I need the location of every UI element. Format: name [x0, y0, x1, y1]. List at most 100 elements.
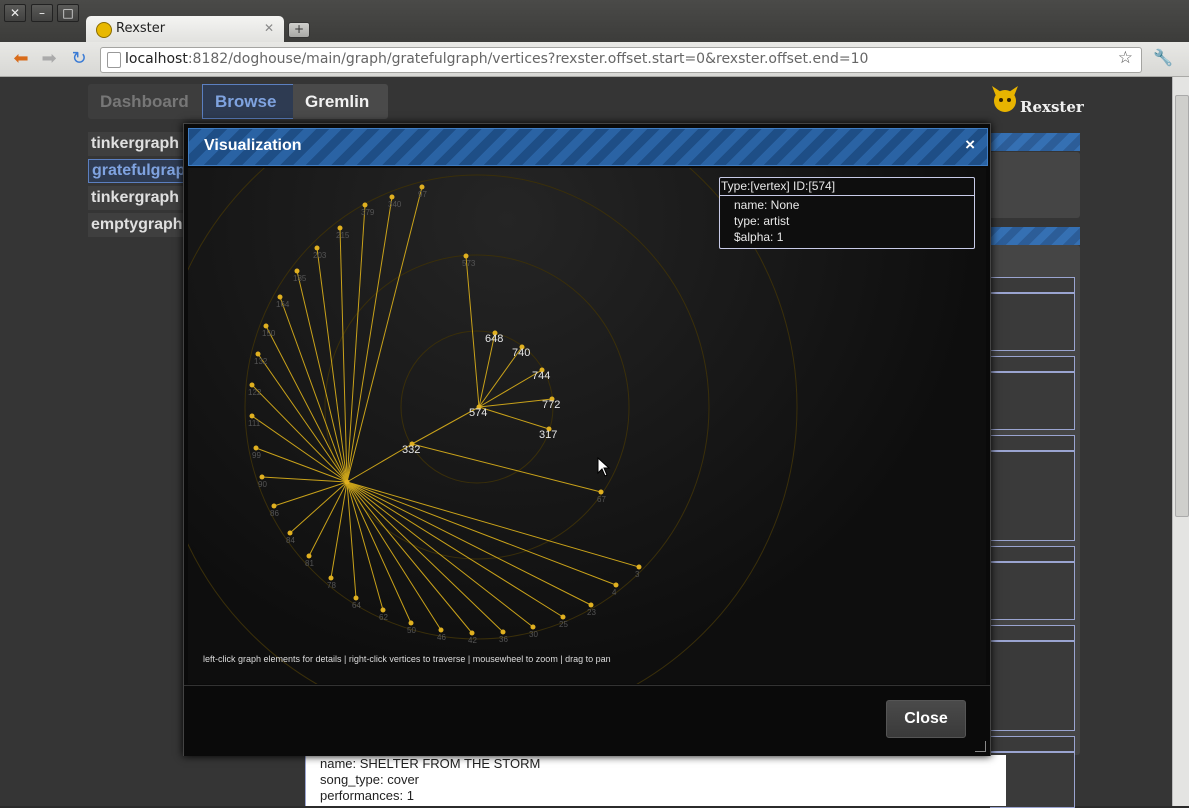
vertex-card	[990, 546, 1075, 620]
edge	[346, 186, 423, 483]
resize-grip-icon[interactable]	[975, 741, 986, 752]
vertex-label-122: 122	[248, 388, 262, 397]
mouse-cursor-icon	[597, 457, 611, 477]
edge	[251, 415, 348, 483]
page-icon	[107, 52, 121, 68]
vertex-379[interactable]	[362, 202, 368, 208]
minimize-window-icon[interactable]: –	[31, 4, 53, 22]
dialog-close-icon[interactable]: ×	[965, 135, 975, 155]
vertex-90[interactable]	[259, 474, 265, 480]
vertex-label-164: 164	[276, 300, 290, 309]
vertex-50[interactable]	[408, 620, 414, 626]
vertex-30[interactable]	[530, 624, 536, 630]
detail-song-type: song_type: cover	[320, 772, 420, 787]
browser-toolbar: ⬅ ➡ ↻ localhost:8182/doghouse/main/graph…	[0, 42, 1189, 77]
vertex-42[interactable]	[469, 630, 475, 636]
close-button[interactable]: Close	[886, 700, 966, 738]
dialog-footer: Close	[184, 685, 990, 756]
vertex-hub[interactable]	[344, 479, 350, 485]
vertex-label-379: 379	[361, 208, 375, 217]
vertex-label-740: 740	[512, 347, 530, 359]
bookmark-star-icon[interactable]: ☆	[1118, 48, 1133, 68]
tab-close-icon[interactable]: ✕	[264, 21, 274, 35]
back-arrow-icon[interactable]: ⬅	[10, 48, 32, 70]
vertex-label-78: 78	[327, 581, 336, 590]
tab-dashboard[interactable]: Dashboard	[88, 84, 202, 119]
vertex-67[interactable]	[598, 489, 604, 495]
browser-tab[interactable]: Rexster ✕	[86, 16, 284, 42]
vertex-340[interactable]	[389, 194, 395, 200]
vertex-122[interactable]	[249, 382, 255, 388]
vertex-detail-card: name: SHELTER FROM THE STORM song_type: …	[305, 755, 1006, 806]
url-text: localhost:8182/doghouse/main/graph/grate…	[125, 51, 868, 67]
vertex-78[interactable]	[328, 575, 334, 581]
vertex-150[interactable]	[263, 323, 269, 329]
vertex-label-36: 36	[499, 635, 508, 644]
vertex-info-alpha: $alpha: 1	[734, 230, 784, 244]
vertex-132[interactable]	[255, 351, 261, 357]
tab-title: Rexster	[116, 21, 166, 36]
new-tab-button[interactable]: +	[288, 22, 310, 38]
reload-icon[interactable]: ↻	[68, 48, 90, 70]
vertex-label-90: 90	[258, 480, 267, 489]
vertex-label-573: 573	[462, 259, 476, 268]
address-bar[interactable]: localhost:8182/doghouse/main/graph/grate…	[100, 47, 1142, 73]
edge	[255, 447, 348, 483]
vertex-4[interactable]	[613, 582, 619, 588]
vertex-185[interactable]	[294, 268, 300, 274]
tab-browse[interactable]: Browse	[202, 84, 294, 119]
vertex-62[interactable]	[380, 607, 386, 613]
page-scrollbar[interactable]	[1172, 77, 1189, 806]
graph-item-label: tinkergraph	[91, 135, 180, 152]
vertex-label-215: 215	[336, 231, 350, 240]
panel-header	[990, 133, 1080, 151]
vertex-label-50: 50	[407, 626, 416, 635]
panel-body	[990, 152, 1080, 218]
edge	[346, 481, 617, 586]
vertex-36[interactable]	[500, 629, 506, 635]
tab-gremlin[interactable]: Gremlin	[293, 84, 388, 119]
vertex-25[interactable]	[560, 614, 566, 620]
vertex-64[interactable]	[353, 595, 359, 601]
logo-text: Rexster	[1020, 98, 1084, 116]
vertex-99[interactable]	[253, 445, 259, 451]
vertex-203[interactable]	[314, 245, 320, 251]
edge	[330, 481, 348, 579]
vertex-label-84: 84	[286, 536, 295, 545]
vertex-97[interactable]	[419, 184, 425, 190]
vertex-info-type: type: artist	[734, 214, 790, 228]
vertex-46[interactable]	[438, 627, 444, 633]
edge	[265, 325, 348, 483]
dialog-title: Visualization	[204, 137, 302, 154]
vertex-3[interactable]	[636, 564, 642, 570]
scrollbar-thumb[interactable]	[1175, 95, 1189, 517]
vertex-label-97: 97	[418, 190, 427, 199]
vertex-label-99: 99	[252, 451, 261, 460]
vertex-86[interactable]	[271, 503, 277, 509]
close-window-icon[interactable]: ✕	[4, 4, 26, 22]
vertex-label-340: 340	[388, 200, 402, 209]
vertex-84[interactable]	[287, 530, 293, 536]
edge	[251, 384, 348, 483]
vertex-label-62: 62	[379, 613, 388, 622]
edge	[346, 204, 366, 483]
vertex-164[interactable]	[277, 294, 283, 300]
vertex-573[interactable]	[463, 253, 469, 259]
vertex-23[interactable]	[588, 602, 594, 608]
graph-canvas[interactable]: 574 648 740 744 772 317 332 573 67 97 340 379 215 203…	[188, 168, 986, 684]
vertex-81[interactable]	[306, 553, 312, 559]
vertex-label-203: 203	[313, 251, 327, 260]
edge	[257, 353, 348, 483]
forward-arrow-icon[interactable]: ➡	[38, 48, 60, 70]
tab-dashboard-label: Dashboard	[100, 92, 189, 111]
edge	[279, 296, 348, 483]
edge	[289, 481, 348, 534]
rexster-logo: Rexster	[988, 84, 1084, 120]
maximize-window-icon[interactable]: □	[57, 4, 79, 22]
vertex-label-648: 648	[485, 333, 503, 345]
vertex-info-name: name: None	[734, 198, 800, 212]
vertex-label-30: 30	[529, 630, 538, 639]
vertex-215[interactable]	[337, 225, 343, 231]
wrench-icon[interactable]: 🔧	[1153, 48, 1173, 67]
vertex-111[interactable]	[249, 413, 255, 419]
